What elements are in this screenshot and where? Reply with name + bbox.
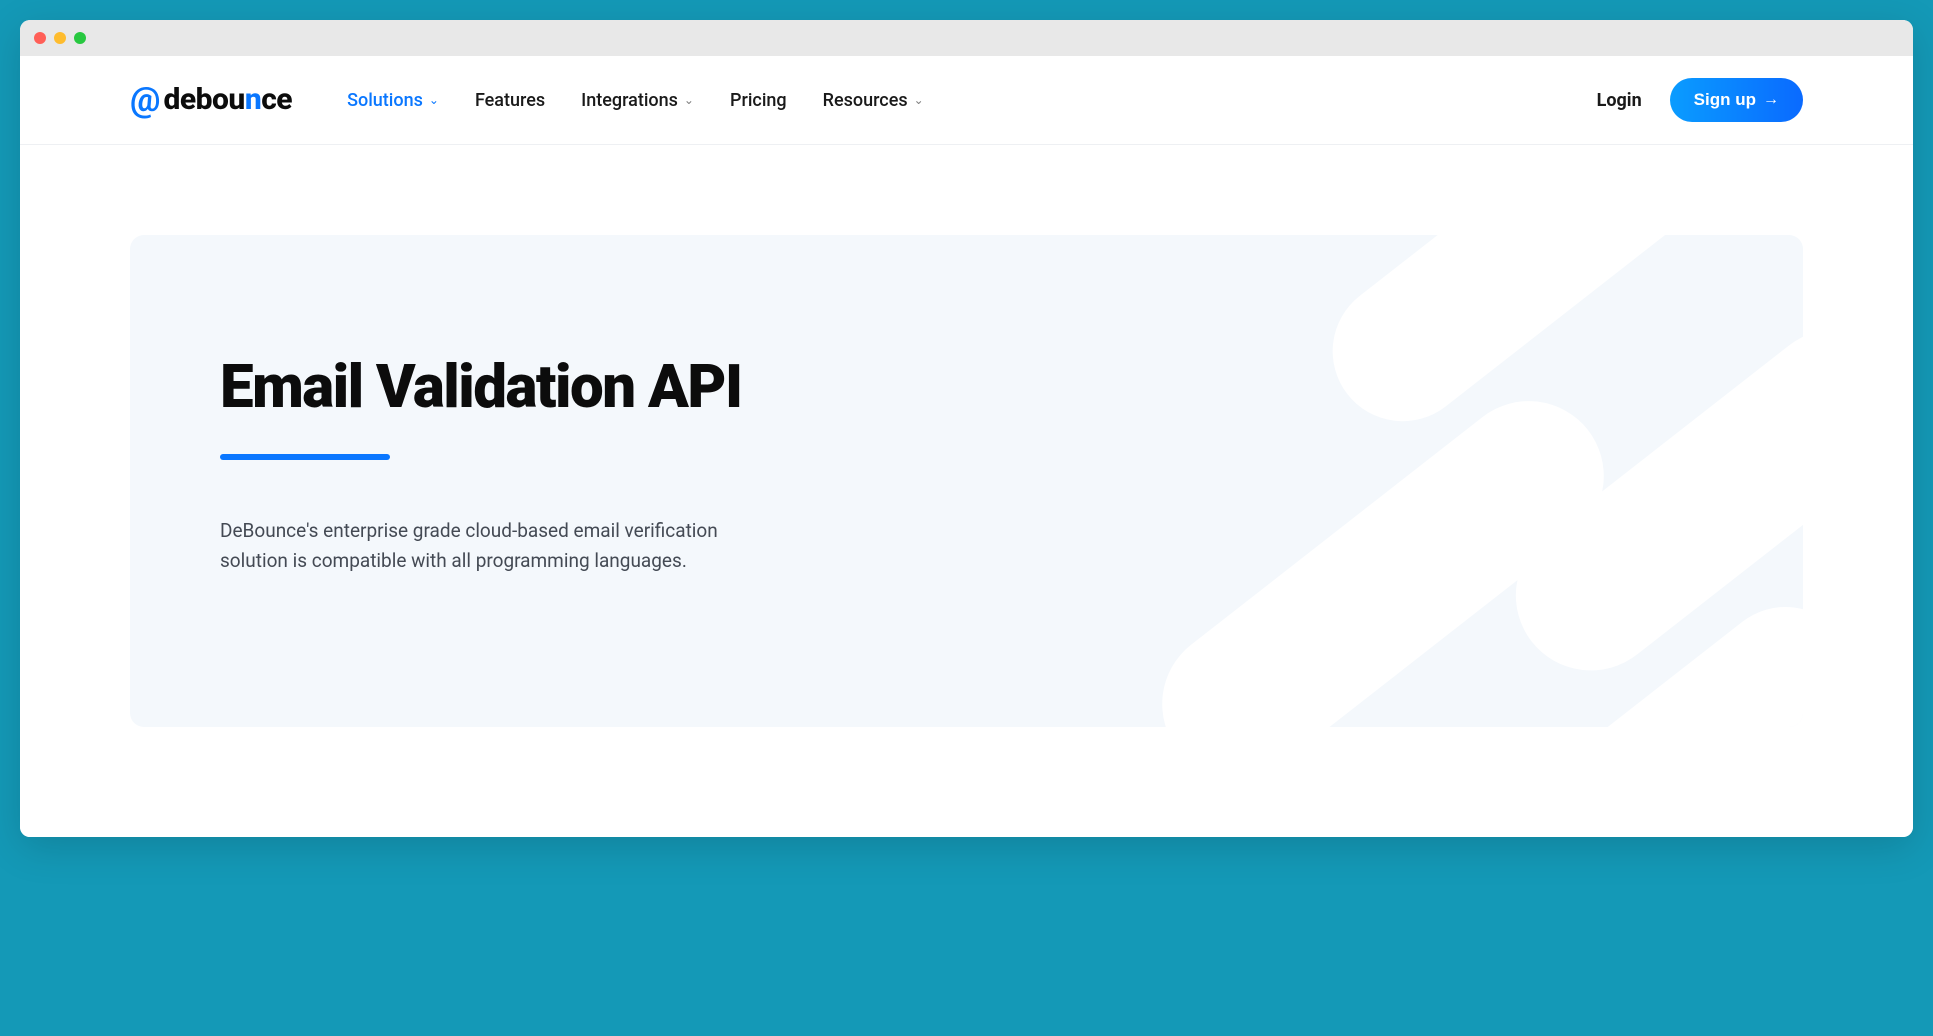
window-minimize-icon[interactable] xyxy=(54,32,66,44)
logo[interactable]: @ debounce xyxy=(130,83,292,117)
hero-content: Email Validation API DeBounce's enterpri… xyxy=(220,355,920,577)
decor-shape xyxy=(1486,299,1803,700)
nav-integrations[interactable]: Integrations ⌄ xyxy=(581,90,694,111)
nav-integrations-label: Integrations xyxy=(581,90,678,111)
nav-pricing[interactable]: Pricing xyxy=(730,90,787,111)
logo-text: debounce xyxy=(163,85,292,115)
login-link[interactable]: Login xyxy=(1597,90,1642,111)
window-title-bar xyxy=(20,20,1913,56)
hero-description: DeBounce's enterprise grade cloud-based … xyxy=(220,516,780,577)
chevron-down-icon: ⌄ xyxy=(684,93,694,107)
decor-shape xyxy=(1304,235,1721,449)
hero-background-shapes xyxy=(883,235,1803,727)
window-close-icon[interactable] xyxy=(34,32,46,44)
hero-section: Email Validation API DeBounce's enterpri… xyxy=(130,235,1803,727)
nav-solutions[interactable]: Solutions ⌄ xyxy=(347,90,439,111)
logo-at-icon: @ xyxy=(130,83,160,117)
arrow-right-icon: → xyxy=(1763,91,1779,109)
signup-button[interactable]: Sign up → xyxy=(1670,78,1803,122)
chevron-down-icon: ⌄ xyxy=(429,93,439,107)
nav-pricing-label: Pricing xyxy=(730,90,787,111)
site-header: @ debounce Solutions ⌄ Features Integrat… xyxy=(20,56,1913,145)
header-auth: Login Sign up → xyxy=(1597,78,1803,122)
main-nav: Solutions ⌄ Features Integrations ⌄ Pric… xyxy=(347,90,1597,111)
nav-features[interactable]: Features xyxy=(475,90,545,111)
signup-label: Sign up xyxy=(1694,90,1756,110)
decor-shape xyxy=(1482,578,1803,726)
nav-features-label: Features xyxy=(475,90,545,111)
window-maximize-icon[interactable] xyxy=(74,32,86,44)
nav-resources[interactable]: Resources ⌄ xyxy=(823,90,924,111)
page-content: Email Validation API DeBounce's enterpri… xyxy=(20,145,1913,837)
browser-window: @ debounce Solutions ⌄ Features Integrat… xyxy=(20,20,1913,837)
nav-resources-label: Resources xyxy=(823,90,908,111)
chevron-down-icon: ⌄ xyxy=(914,93,924,107)
page-title: Email Validation API xyxy=(220,355,920,418)
decor-shape xyxy=(1132,371,1634,727)
nav-solutions-label: Solutions xyxy=(347,90,423,111)
title-underline xyxy=(220,454,390,460)
